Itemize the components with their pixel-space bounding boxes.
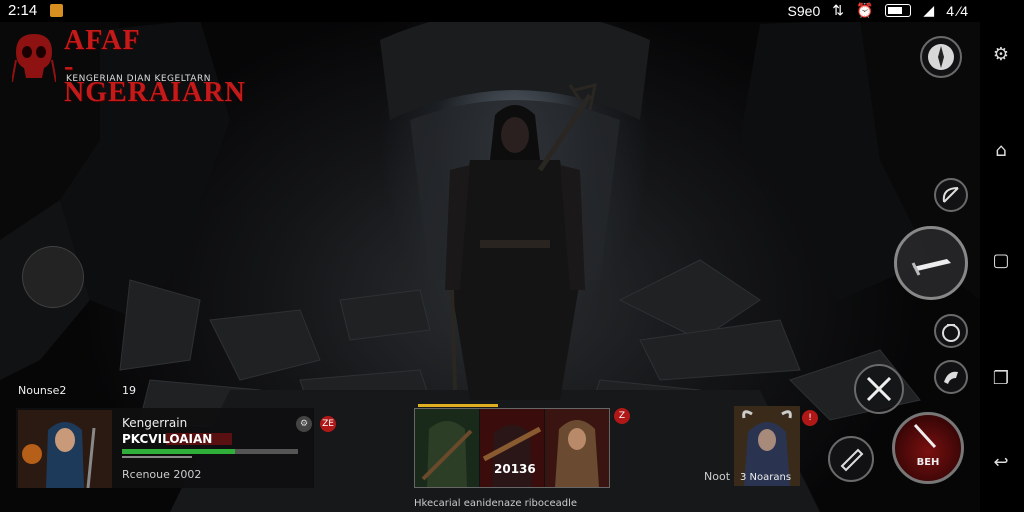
character-portrait [18, 410, 112, 488]
logo-title: AFAF -NGERAIARN [64, 25, 252, 107]
party-frame [414, 408, 610, 488]
status-bar: 2:14 S9e0 ⇅ ⏰ ◢ 4 ⁄4 [0, 0, 980, 22]
enemy-name: 3 Noarans [740, 472, 792, 483]
bag-button[interactable] [934, 314, 968, 348]
settings-cog-icon[interactable]: ⚙ [296, 416, 312, 432]
party-alert-badge: Z [614, 408, 630, 424]
back-icon[interactable]: ⌂ [990, 140, 1012, 162]
character-card[interactable]: Kengerrain PKCVILOAIAN Rcenoue 2002 ⚙ ZE [16, 408, 336, 488]
alarm-icon: ⏰ [855, 2, 874, 18]
app-notification-icon [50, 4, 63, 17]
party-panel[interactable]: 20136 Z [414, 404, 630, 488]
logo-title-line1: AFAF [64, 25, 141, 56]
wifi-icon: ◢ [923, 2, 935, 18]
signal-text: S9e0 [787, 2, 821, 19]
recents-icon[interactable]: ❐ [990, 368, 1012, 390]
character-class: PKCVILOAIAN [122, 432, 213, 446]
party-progress-marker [418, 404, 498, 407]
enemy-alert-badge: ! [802, 410, 818, 426]
character-alert-badge: ZE [320, 416, 336, 432]
compass-button[interactable] [920, 36, 962, 78]
character-name: Kengerrain [122, 416, 188, 430]
bow-icon [942, 187, 959, 203]
nav-back-icon[interactable]: ↩ [990, 452, 1012, 474]
compass-icon [928, 44, 954, 70]
horn-icon [944, 371, 958, 384]
gear-icon[interactable]: ⚙ [990, 44, 1012, 66]
battery-icon [885, 4, 912, 17]
special-attack-button[interactable]: BEH [892, 412, 964, 484]
status-time: 2:14 [8, 2, 38, 19]
virtual-joystick[interactable] [22, 246, 84, 308]
status-icons: S9e0 ⇅ ⏰ ◢ 4 ⁄4 [788, 2, 968, 19]
special-attack-label: BEH [916, 457, 940, 468]
party-member-monk[interactable] [545, 409, 609, 487]
special-attack-icon [913, 423, 937, 449]
bow-button[interactable] [934, 178, 968, 212]
secondary-bar [122, 456, 192, 458]
crossed-swords-icon [866, 376, 892, 402]
party-member-archer[interactable] [415, 409, 479, 487]
party-score: 20136 [494, 462, 536, 476]
logo-subtitle: KENGERIAN DIAN KEGELTARN [66, 74, 211, 84]
horn-button[interactable] [934, 360, 968, 394]
dagger-icon [911, 259, 951, 276]
crossed-swords-button[interactable] [854, 364, 904, 414]
system-nav-bar: ⚙ ⌂ ▢ ❐ ↩ [980, 0, 1024, 512]
health-bar-fill [122, 449, 235, 454]
character-stat: Rcenoue 2002 [122, 468, 202, 481]
potion-icon [840, 448, 864, 472]
primary-attack-button[interactable] [894, 226, 968, 300]
potion-button[interactable] [828, 436, 874, 482]
vibrate-icon: ⇅ [832, 2, 844, 18]
home-icon[interactable]: ▢ [990, 250, 1012, 272]
team-label: Nounse2 [18, 384, 67, 397]
status-clock-right: 4 ⁄4 [946, 2, 968, 19]
bag-icon [942, 324, 960, 342]
node-label: Noot [704, 470, 731, 483]
party-caption: Hkecarial eanidenaze riboceadle [414, 498, 578, 509]
team-count: 19 [122, 384, 136, 397]
skull-icon [12, 34, 56, 82]
game-logo: AFAF -NGERAIARN KENGERIAN DIAN KEGELTARN [12, 27, 252, 107]
health-bar [122, 449, 298, 454]
